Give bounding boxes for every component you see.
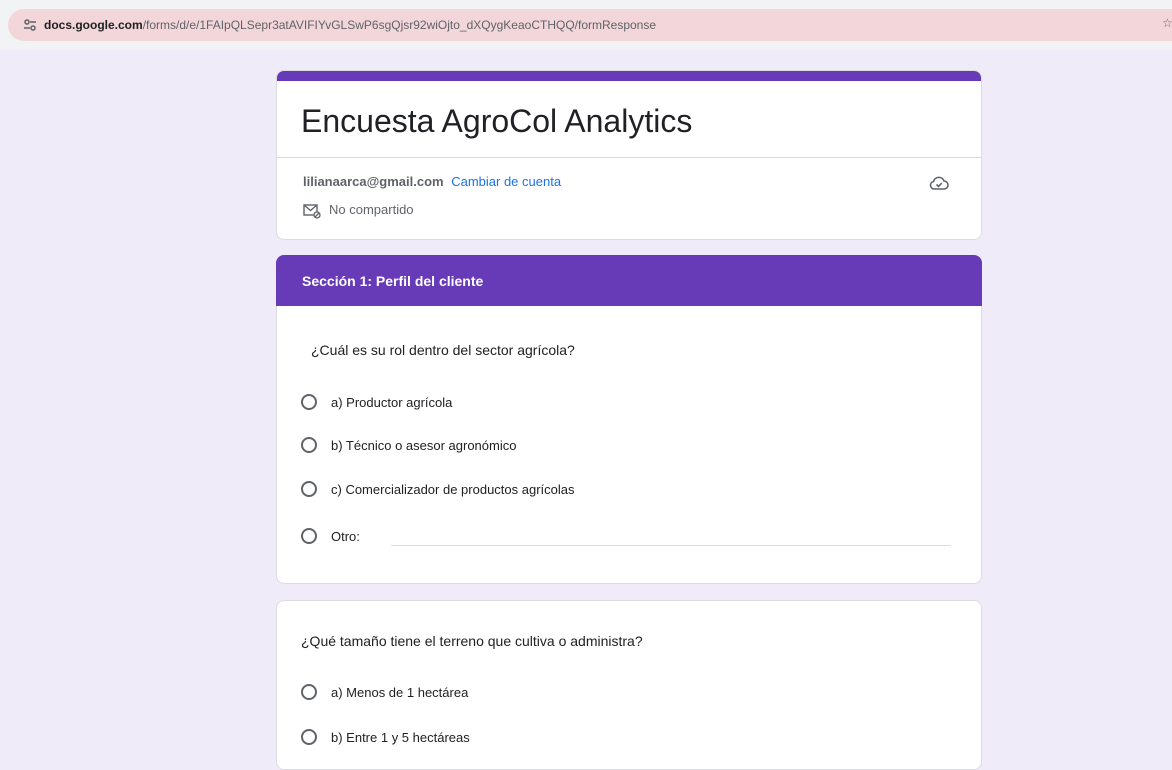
option-other[interactable]: Otro:: [301, 524, 360, 548]
title-divider: [277, 157, 981, 158]
option-label: a) Productor agrícola: [331, 394, 453, 410]
question-card-role: ¿Cuál es su rol dentro del sector agríco…: [276, 306, 982, 584]
switch-account-link[interactable]: Cambiar de cuenta: [451, 174, 561, 189]
radio-button[interactable]: [301, 528, 317, 544]
form-title-card: Encuesta AgroCol Analytics lilianaarca@g…: [276, 70, 982, 240]
radio-button[interactable]: [301, 437, 317, 453]
radio-button[interactable]: [301, 729, 317, 745]
form-title: Encuesta AgroCol Analytics: [301, 103, 693, 139]
option-label: c) Comercializador de productos agrícola…: [331, 481, 575, 497]
question-land-size-text: ¿Qué tamaño tiene el terreno que cultiva…: [301, 633, 643, 649]
shared-status: No compartido: [303, 201, 414, 219]
option-less-than-1ha[interactable]: a) Menos de 1 hectárea: [301, 680, 468, 704]
option-technician[interactable]: b) Técnico o asesor agronómico: [301, 433, 516, 457]
not-shared-icon: [303, 203, 321, 219]
other-text-input[interactable]: [391, 545, 951, 546]
title-accent-bar: [277, 71, 981, 81]
option-trader[interactable]: c) Comercializador de productos agrícola…: [301, 477, 575, 501]
option-1-to-5ha[interactable]: b) Entre 1 y 5 hectáreas: [301, 725, 470, 749]
url-host: docs.google.com: [44, 18, 143, 32]
radio-button[interactable]: [301, 684, 317, 700]
option-label: a) Menos de 1 hectárea: [331, 684, 469, 700]
bookmark-star-icon[interactable]: ☆: [1162, 16, 1172, 30]
option-label: Otro:: [331, 528, 360, 544]
url-text: docs.google.com/forms/d/e/1FAIpQLSepr3at…: [44, 17, 656, 33]
account-row: lilianaarca@gmail.com Cambiar de cuenta: [303, 173, 561, 191]
section-1-header: Sección 1: Perfil del cliente: [276, 255, 982, 307]
radio-button[interactable]: [301, 394, 317, 410]
not-shared-label: No compartido: [329, 202, 414, 217]
radio-button[interactable]: [301, 481, 317, 497]
browser-address-bar: docs.google.com/forms/d/e/1FAIpQLSepr3at…: [0, 0, 1172, 50]
site-settings-icon[interactable]: [22, 17, 38, 33]
option-label: b) Técnico o asesor agronómico: [331, 437, 517, 453]
question-role-text: ¿Cuál es su rol dentro del sector agríco…: [311, 342, 575, 358]
option-producer[interactable]: a) Productor agrícola: [301, 390, 452, 414]
question-card-land-size: ¿Qué tamaño tiene el terreno que cultiva…: [276, 600, 982, 770]
option-label: b) Entre 1 y 5 hectáreas: [331, 729, 470, 745]
cloud-saved-icon: [929, 176, 949, 190]
url-field[interactable]: docs.google.com/forms/d/e/1FAIpQLSepr3at…: [8, 9, 1172, 41]
url-path: /forms/d/e/1FAIpQLSepr3atAVIFIYvGLSwP6sg…: [142, 18, 657, 32]
account-email: lilianaarca@gmail.com: [303, 174, 444, 189]
